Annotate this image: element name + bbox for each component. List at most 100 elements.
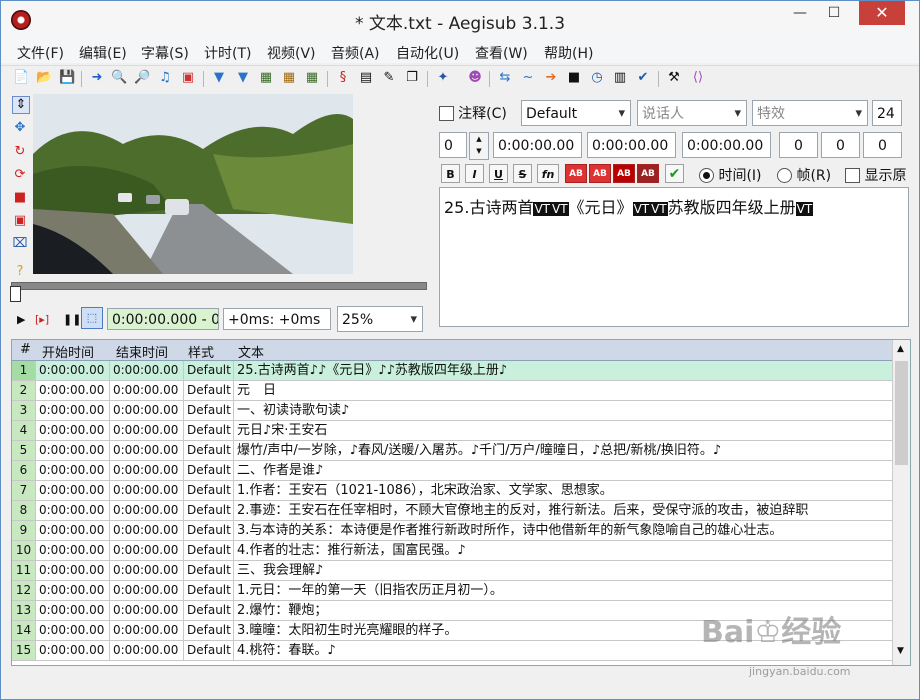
radio-dot[interactable] xyxy=(777,167,792,183)
script-icon[interactable]: § xyxy=(335,70,351,86)
audio-icon[interactable]: ♫ xyxy=(157,70,173,86)
menu-edit[interactable]: 编辑(E) xyxy=(79,43,127,63)
table-row[interactable]: 8 0:00:00.00 0:00:00.00 Default 2.事迹：王安石在任宰相… xyxy=(12,501,892,521)
strikeout-button[interactable]: S xyxy=(513,164,532,183)
zoom-select[interactable]: 25% xyxy=(337,306,423,332)
video-display[interactable] xyxy=(33,94,353,274)
commit-check-icon[interactable]: ✔ xyxy=(665,164,684,183)
tools-icon[interactable]: ⚒ xyxy=(666,70,682,86)
menu-help[interactable]: 帮助(H) xyxy=(544,43,593,63)
timing-icon[interactable]: ➔ xyxy=(543,70,559,86)
checkbox-box[interactable] xyxy=(845,167,860,183)
jump-to-icon[interactable]: ➜ xyxy=(89,70,105,86)
margin-left-field[interactable]: 0 xyxy=(779,132,818,158)
checkbox-box[interactable] xyxy=(439,105,454,121)
play-icon[interactable]: ▶ xyxy=(17,313,25,326)
seek-thumb[interactable] xyxy=(10,286,21,302)
bold-button[interactable]: B xyxy=(441,164,460,183)
font-button[interactable]: fn xyxy=(537,164,559,183)
margin-vertical-field[interactable]: 0 xyxy=(863,132,902,158)
menu-audio[interactable]: 音频(A) xyxy=(331,43,380,63)
menu-file[interactable]: 文件(F) xyxy=(17,43,64,63)
frame-radio[interactable]: 帧(R) xyxy=(777,165,831,185)
subtitle-text-editor[interactable]: 25.古诗两首VT VT《元日》VT VT苏教版四年级上册VT xyxy=(439,187,909,327)
properties-icon[interactable]: ▤ xyxy=(358,70,374,86)
menu-timing[interactable]: 计时(T) xyxy=(204,43,251,63)
duration-field[interactable]: 0:00:00.00 xyxy=(682,132,771,158)
options-icon[interactable]: ▥ xyxy=(612,70,628,86)
keyframes-icon[interactable]: ▦ xyxy=(258,70,274,86)
scroll-down-icon[interactable]: ▼ xyxy=(897,646,904,656)
translate-icon[interactable]: ❐ xyxy=(404,70,420,86)
tag-icon[interactable]: ⟨⟩ xyxy=(690,70,706,86)
stop-icon[interactable]: ■ xyxy=(566,70,582,86)
layer-spin[interactable]: ▲ ▼ xyxy=(469,132,489,160)
save-icon[interactable]: 💾 xyxy=(59,70,75,86)
style-select[interactable]: Default xyxy=(521,100,631,126)
video-icon[interactable]: ▣ xyxy=(180,70,196,86)
film-icon[interactable]: ▦ xyxy=(281,70,297,86)
style-manager-icon[interactable]: ▼ xyxy=(211,70,227,86)
pause-icon[interactable]: ❚❚ xyxy=(63,313,81,326)
comment-checkbox[interactable]: 注释(C) xyxy=(439,103,507,123)
menu-automation[interactable]: 自动化(U) xyxy=(396,43,459,63)
italic-button[interactable]: I xyxy=(465,164,484,183)
scroll-up-icon[interactable]: ▲ xyxy=(897,344,904,354)
close-button[interactable]: ✕ xyxy=(859,1,905,25)
clock-icon[interactable]: ◷ xyxy=(589,70,605,86)
kanji-icon[interactable]: ⇆ xyxy=(497,70,513,86)
timecode-icon[interactable]: ▦ xyxy=(304,70,320,86)
underline-button[interactable]: U xyxy=(489,164,508,183)
show-original-checkbox[interactable]: 显示原 xyxy=(845,165,906,185)
move-icon[interactable]: ✥ xyxy=(12,120,28,136)
table-row[interactable]: 4 0:00:00.00 0:00:00.00 Default 元日♪宋·王安石 xyxy=(12,421,892,441)
table-row[interactable]: 5 0:00:00.00 0:00:00.00 Default 爆竹/声中/一岁除，♪春… xyxy=(12,441,892,461)
video-time-field[interactable]: 0:00:00.000 - 0 xyxy=(107,308,219,330)
secondary-color-button[interactable]: AB xyxy=(589,164,611,183)
table-row[interactable]: 12 0:00:00.00 0:00:00.00 Default 1.元日：一年的第一天… xyxy=(12,581,892,601)
table-row[interactable]: 9 0:00:00.00 0:00:00.00 Default 3.与本诗的关系：本诗便… xyxy=(12,521,892,541)
shift-times-icon[interactable]: ~ xyxy=(520,70,536,86)
effect-select[interactable]: 特效 xyxy=(752,100,868,126)
clip-rect-icon[interactable]: ▣ xyxy=(12,213,28,229)
table-row[interactable]: 6 0:00:00.00 0:00:00.00 Default 二、作者是谁♪ xyxy=(12,461,892,481)
help-icon[interactable]: ? xyxy=(12,264,28,280)
spellcheck-icon[interactable]: ✦ xyxy=(435,70,451,86)
zoom-out-icon[interactable]: 🔎 xyxy=(134,70,150,86)
table-row[interactable]: 3 0:00:00.00 0:00:00.00 Default 一、初读诗歌句读♪ xyxy=(12,401,892,421)
shadow-color-button[interactable]: AB xyxy=(637,164,659,183)
autoscroll-icon[interactable]: ⬚ xyxy=(81,307,103,329)
table-row[interactable]: 2 0:00:00.00 0:00:00.00 Default 元 日 xyxy=(12,381,892,401)
outline-color-button[interactable]: AB xyxy=(613,164,635,183)
rotate-xy-icon[interactable]: ⟳ xyxy=(12,167,28,183)
table-row[interactable]: 11 0:00:00.00 0:00:00.00 Default 三、我会理解♪ xyxy=(12,561,892,581)
clip-vector-icon[interactable]: ⌧ xyxy=(12,236,28,252)
radio-dot[interactable] xyxy=(699,167,714,183)
layer-size-field[interactable]: 24 xyxy=(872,100,902,126)
menu-video[interactable]: 视频(V) xyxy=(267,43,316,63)
play-line-icon[interactable]: [▸] xyxy=(35,313,49,326)
grid-scrollbar[interactable]: ▲ ▼ xyxy=(892,340,910,665)
minimize-button[interactable]: — xyxy=(785,1,815,25)
scale-icon[interactable]: ■ xyxy=(12,190,28,206)
end-time-field[interactable]: 0:00:00.00 xyxy=(587,132,676,158)
zoom-in-icon[interactable]: 🔍 xyxy=(111,70,127,86)
time-radio[interactable]: 时间(I) xyxy=(699,165,762,185)
resample-icon[interactable]: ✎ xyxy=(381,70,397,86)
open-file-icon[interactable]: 📂 xyxy=(36,70,52,86)
video-offset-field[interactable]: +0ms: +0ms xyxy=(223,308,331,330)
margin-right-field[interactable]: 0 xyxy=(821,132,860,158)
rotate-z-icon[interactable]: ↻ xyxy=(12,144,28,160)
new-file-icon[interactable]: 📄 xyxy=(13,70,29,86)
table-row[interactable]: 7 0:00:00.00 0:00:00.00 Default 1.作者：王安石（102… xyxy=(12,481,892,501)
attach-icon[interactable]: ▼ xyxy=(235,70,251,86)
video-seek-bar[interactable] xyxy=(11,282,427,290)
start-time-field[interactable]: 0:00:00.00 xyxy=(493,132,582,158)
fonts-icon[interactable]: ☻ xyxy=(467,70,483,86)
primary-color-button[interactable]: AB xyxy=(565,164,587,183)
table-row[interactable]: 1 0:00:00.00 0:00:00.00 Default 25.古诗两首♪♪《元日… xyxy=(12,361,892,381)
menu-view[interactable]: 查看(W) xyxy=(475,43,528,63)
table-row[interactable]: 10 0:00:00.00 0:00:00.00 Default 4.作者的壮志：推行新… xyxy=(12,541,892,561)
drag-subtitle-icon[interactable]: ⇕ xyxy=(12,96,30,114)
check-icon[interactable]: ✔ xyxy=(635,70,651,86)
